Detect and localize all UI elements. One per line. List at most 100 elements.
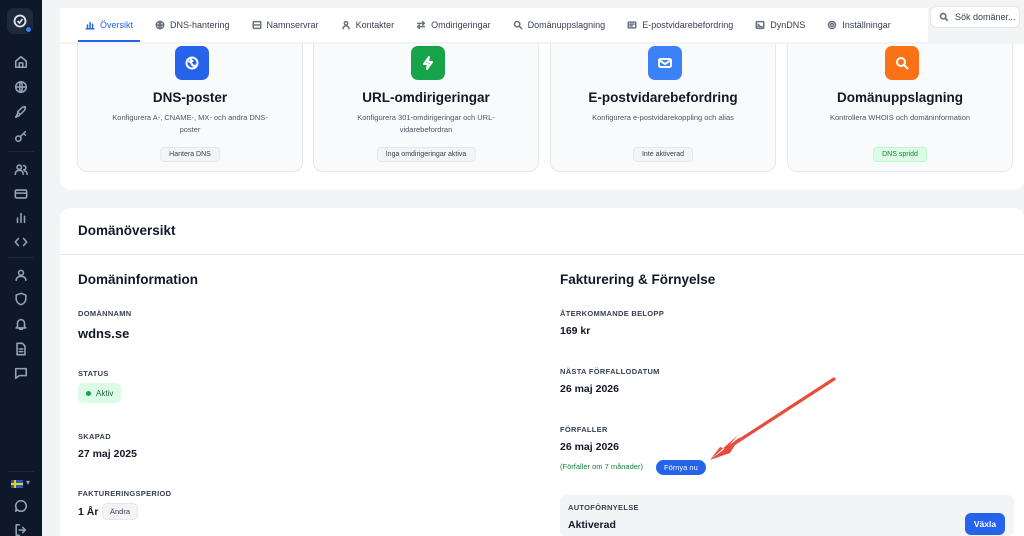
bar-chart-icon[interactable]	[13, 210, 29, 226]
renew-now-button[interactable]: Förnya nu	[656, 460, 706, 475]
status-label: STATUS	[78, 369, 109, 378]
tab-dns[interactable]: DNS-hantering	[144, 8, 241, 42]
annotation-arrow-icon	[710, 377, 836, 460]
message-circle-icon[interactable]	[13, 498, 29, 514]
chat-icon[interactable]	[13, 365, 29, 381]
domain-name-value: wdns.se	[78, 326, 130, 341]
logout-icon[interactable]	[13, 522, 29, 536]
search-icon	[885, 46, 919, 80]
created-label: SKAPAD	[78, 432, 111, 441]
document-icon[interactable]	[13, 341, 29, 357]
tab-email-forwarding[interactable]: E-postvidarebefordring	[616, 8, 744, 42]
tab-settings[interactable]: Inställningar	[816, 8, 902, 42]
bell-icon[interactable]	[13, 316, 29, 332]
mail-icon	[627, 21, 637, 29]
created-value: 27 maj 2025	[78, 448, 137, 460]
service-title: E-postvidarebefordring	[588, 90, 738, 105]
globe-icon	[155, 20, 165, 30]
search-icon	[939, 12, 949, 22]
recurring-amount-value: 169 kr	[560, 325, 591, 337]
next-due-value: 26 maj 2026	[560, 383, 619, 395]
credit-card-icon[interactable]	[13, 186, 29, 202]
panel-header: Domänöversikt	[60, 208, 1024, 255]
sidebar: ▾	[0, 0, 42, 536]
tab-domain-lookup[interactable]: Domänuppslagning	[502, 8, 617, 42]
service-badge: Hantera DNS	[160, 147, 220, 162]
home-icon[interactable]	[13, 54, 29, 70]
tab-label: Domänuppslagning	[527, 20, 606, 30]
service-badge: Inga omdirigeringar aktiva	[376, 147, 476, 162]
service-title: DNS-poster	[152, 90, 228, 105]
server-icon	[252, 20, 262, 30]
tab-label: Namnservrar	[266, 20, 319, 30]
dns-icon	[175, 46, 209, 80]
tab-label: Kontakter	[355, 20, 395, 30]
status-badge: Aktiv	[78, 383, 122, 403]
search-placeholder: Sök domäner...	[955, 12, 1016, 22]
domain-overview-panel: Domänöversikt	[60, 208, 1024, 536]
toggle-auto-renew-button[interactable]: Växla	[965, 513, 1005, 535]
chart-icon	[85, 21, 95, 30]
service-title: Domänuppslagning	[837, 90, 963, 105]
billing-title: Fakturering & Förnyelse	[560, 272, 716, 287]
service-description: Kontrollera WHOIS och domäninformation	[829, 113, 971, 122]
service-badge: DNS spridd	[873, 147, 927, 162]
terminal-icon	[755, 20, 765, 30]
service-card-email-forwarding[interactable]: E-postvidarebefordring Konfigurera e-pos…	[550, 44, 776, 172]
globe-icon[interactable]	[13, 79, 29, 95]
service-description: Konfigurera A-, CNAME-, MX- och andra DN…	[112, 113, 268, 134]
rocket-icon[interactable]	[13, 104, 29, 120]
next-due-label: NÄSTA FÖRFALLODATUM	[560, 367, 660, 376]
tab-dyndns[interactable]: DynDNS	[744, 8, 816, 42]
change-period-button[interactable]: Ändra	[102, 503, 139, 520]
search-input[interactable]: Sök domäner...	[930, 6, 1020, 28]
service-card-domain-lookup[interactable]: Domänuppslagning Kontrollera WHOIS och d…	[787, 44, 1013, 172]
arrows-icon	[417, 20, 426, 30]
chevron-down-icon[interactable]: ▾	[26, 478, 30, 487]
services-section: DNS-poster Konfigurera A-, CNAME-, MX- o…	[60, 44, 1024, 190]
tab-label: DNS-hantering	[170, 20, 230, 30]
bolt-icon	[411, 46, 445, 80]
tab-contacts[interactable]: Kontakter	[330, 8, 406, 42]
tab-label: Inställningar	[842, 20, 891, 30]
expires-note: (Förfaller om 7 månader)	[560, 462, 643, 471]
tab-overview[interactable]: Översikt	[74, 8, 144, 42]
shield-icon[interactable]	[13, 291, 29, 307]
sweden-flag-icon[interactable]	[11, 480, 23, 488]
tab-label: E-postvidarebefordring	[642, 20, 734, 30]
tab-label: Omdirigeringar	[431, 20, 491, 30]
tab-nameservers[interactable]: Namnservrar	[241, 8, 330, 42]
domain-name-label: DOMÄNNAMN	[78, 309, 132, 318]
tab-redirects[interactable]: Omdirigeringar	[405, 8, 502, 42]
billing-period-label: FAKTURERINGSPERIOD	[78, 489, 172, 498]
service-card-redirects[interactable]: URL-omdirigeringar Konfigurera 301-omdir…	[313, 44, 539, 172]
auto-renew-box: AUTOFÖRNYELSE Aktiverad	[560, 495, 1014, 536]
tab-label: DynDNS	[770, 20, 806, 30]
user-icon[interactable]	[13, 267, 29, 283]
service-badge: Inte aktiverad	[632, 147, 694, 162]
mail-icon	[648, 46, 682, 80]
status-value: Aktiv	[96, 388, 114, 398]
code-icon[interactable]	[13, 234, 29, 250]
app-logo[interactable]	[7, 8, 33, 34]
panel-title: Domänöversikt	[78, 223, 176, 238]
key-icon[interactable]	[13, 128, 29, 144]
status-dot-icon	[86, 390, 91, 396]
service-description: Konfigurera e-postvidarekoppling och ali…	[592, 113, 734, 122]
user-icon	[341, 20, 350, 30]
recurring-amount-label: ÅTERKOMMANDE BELOPP	[560, 309, 665, 318]
tab-bar: Översikt DNS-hantering Namnservrar Konta…	[60, 8, 928, 42]
users-icon[interactable]	[13, 161, 29, 177]
expires-label: FÖRFALLER	[560, 425, 608, 434]
domain-info-title: Domäninformation	[78, 272, 198, 287]
expires-value: 26 maj 2026	[560, 441, 619, 453]
auto-renew-label: AUTOFÖRNYELSE	[568, 503, 639, 512]
billing-period-value: 1 År	[78, 506, 99, 518]
gear-icon	[828, 20, 837, 30]
search-icon	[513, 20, 523, 30]
tab-label: Översikt	[100, 20, 134, 30]
service-title: URL-omdirigeringar	[362, 90, 490, 105]
service-card-dns[interactable]: DNS-poster Konfigurera A-, CNAME-, MX- o…	[77, 44, 303, 172]
service-description: Konfigurera 301-omdirigeringar och URL-v…	[357, 113, 495, 134]
auto-renew-value: Aktiverad	[568, 519, 616, 531]
